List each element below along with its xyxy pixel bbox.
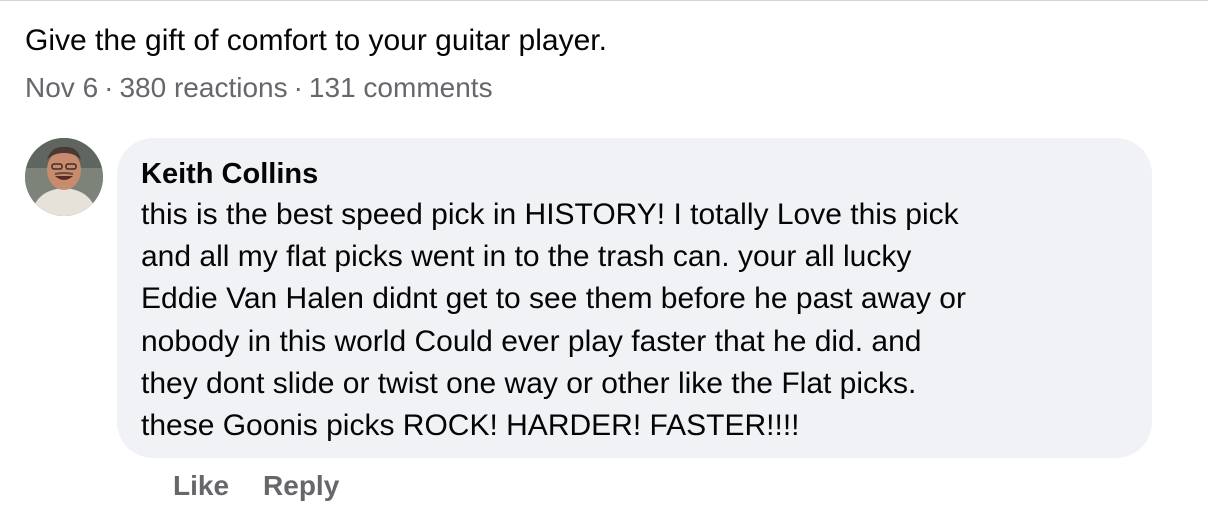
comment-line: they dont slide or twist one way or othe…: [141, 366, 917, 400]
comments-count[interactable]: 131 comments: [309, 72, 493, 103]
avatar-photo-icon: [25, 138, 103, 216]
comment-line: this is the best speed pick in HISTORY! …: [141, 198, 959, 231]
comment-bubble: Keith Collins this is the best speed pic…: [117, 138, 1152, 458]
comment-line: Eddie Van Halen didnt get to see them be…: [141, 282, 966, 316]
comment-text: this is the best speed pick in HISTORY! …: [141, 194, 1141, 447]
avatar[interactable]: [25, 138, 103, 216]
reactions-count[interactable]: 380 reactions: [119, 72, 287, 103]
comment-line: nobody in this world Could ever play fas…: [141, 324, 922, 358]
meta-separator: ·: [104, 72, 114, 103]
post-meta: Nov 6 · 380 reactions · 131 comments: [25, 68, 493, 108]
post-caption: Give the gift of comfort to your guitar …: [25, 24, 607, 57]
comment-author[interactable]: Keith Collins: [141, 154, 318, 194]
comment-line: these Goonis picks ROCK! HARDER! FASTER!…: [141, 409, 800, 443]
like-button[interactable]: Like: [173, 470, 229, 501]
post-date[interactable]: Nov 6: [25, 72, 98, 103]
comment-actions: Like Reply: [173, 466, 339, 506]
meta-separator: ·: [293, 72, 303, 103]
top-divider: [0, 0, 1208, 1]
reply-button[interactable]: Reply: [263, 470, 339, 501]
comment-line: and all my flat picks went in to the tra…: [141, 240, 912, 274]
